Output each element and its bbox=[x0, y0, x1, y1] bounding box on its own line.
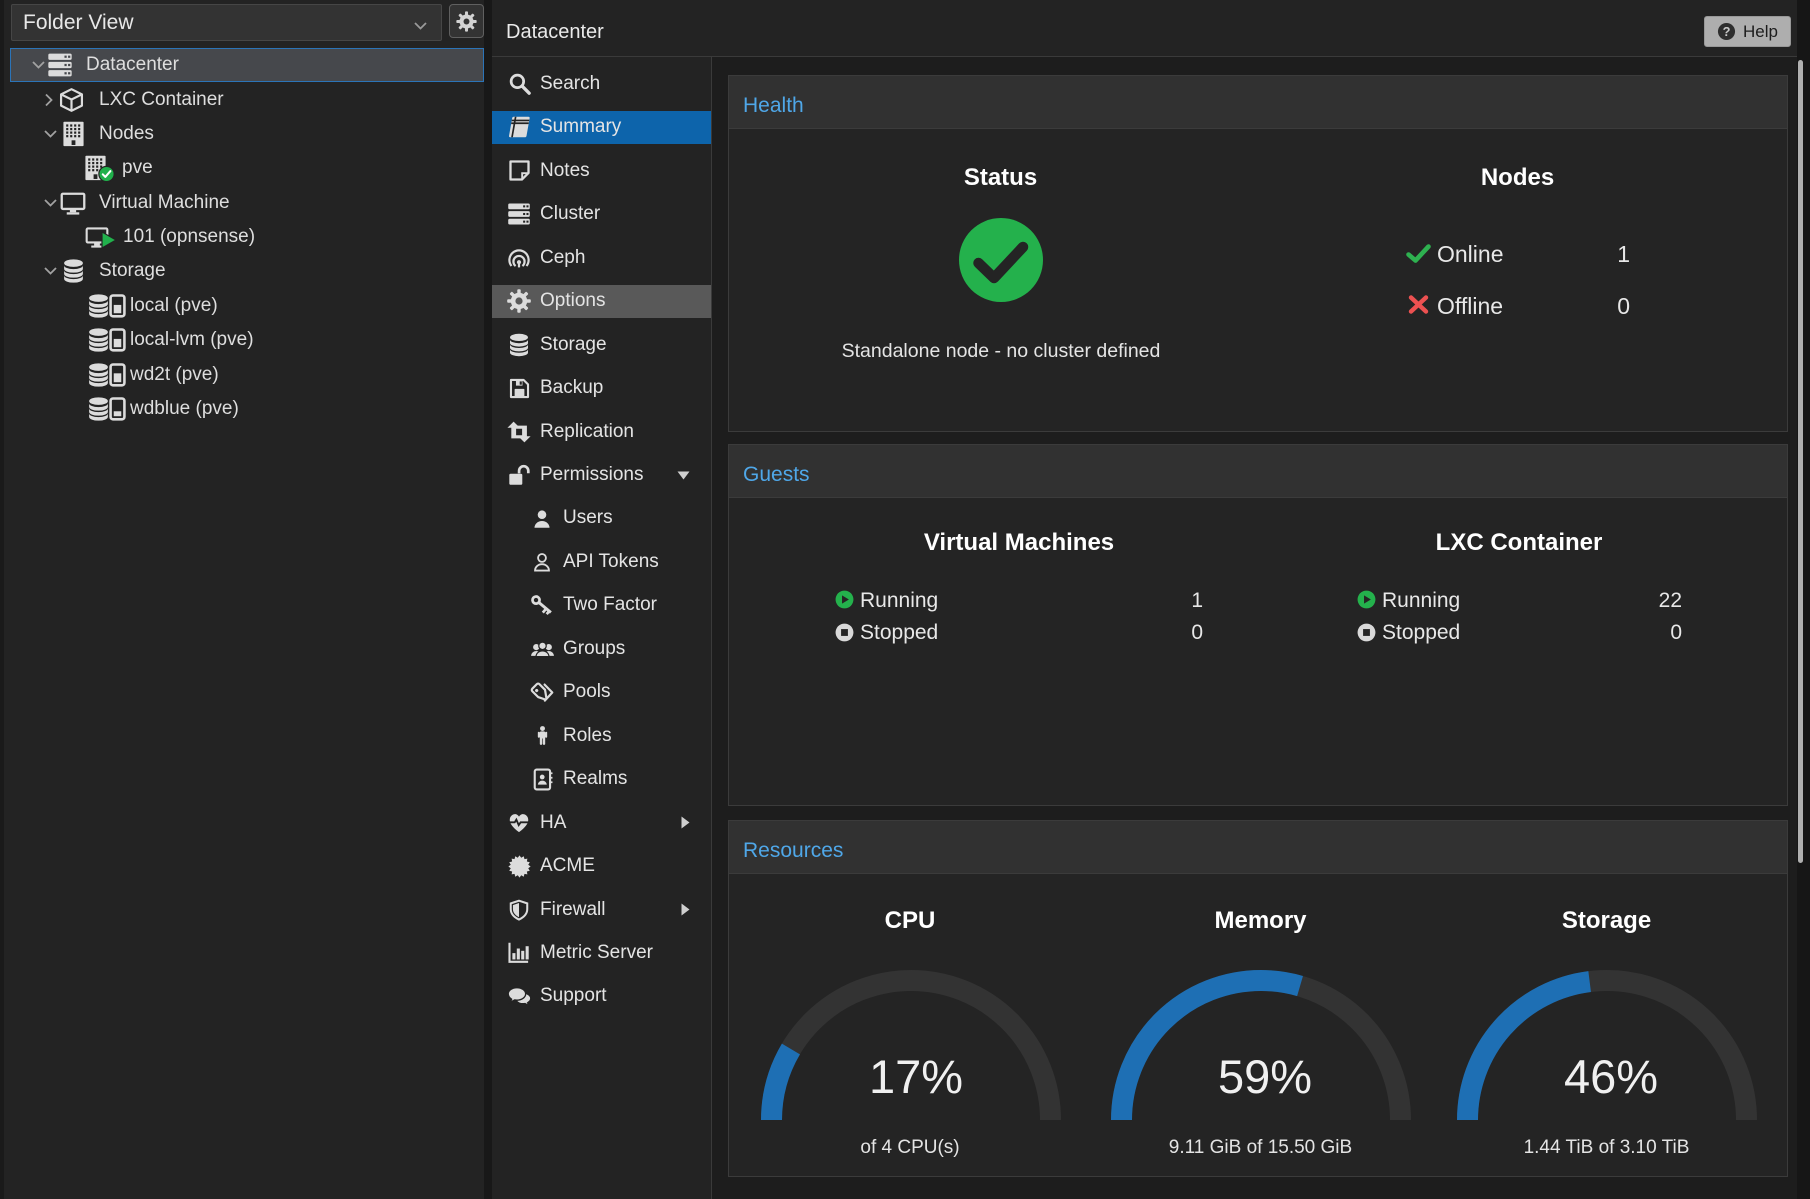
svg-text:?: ? bbox=[1723, 24, 1731, 39]
